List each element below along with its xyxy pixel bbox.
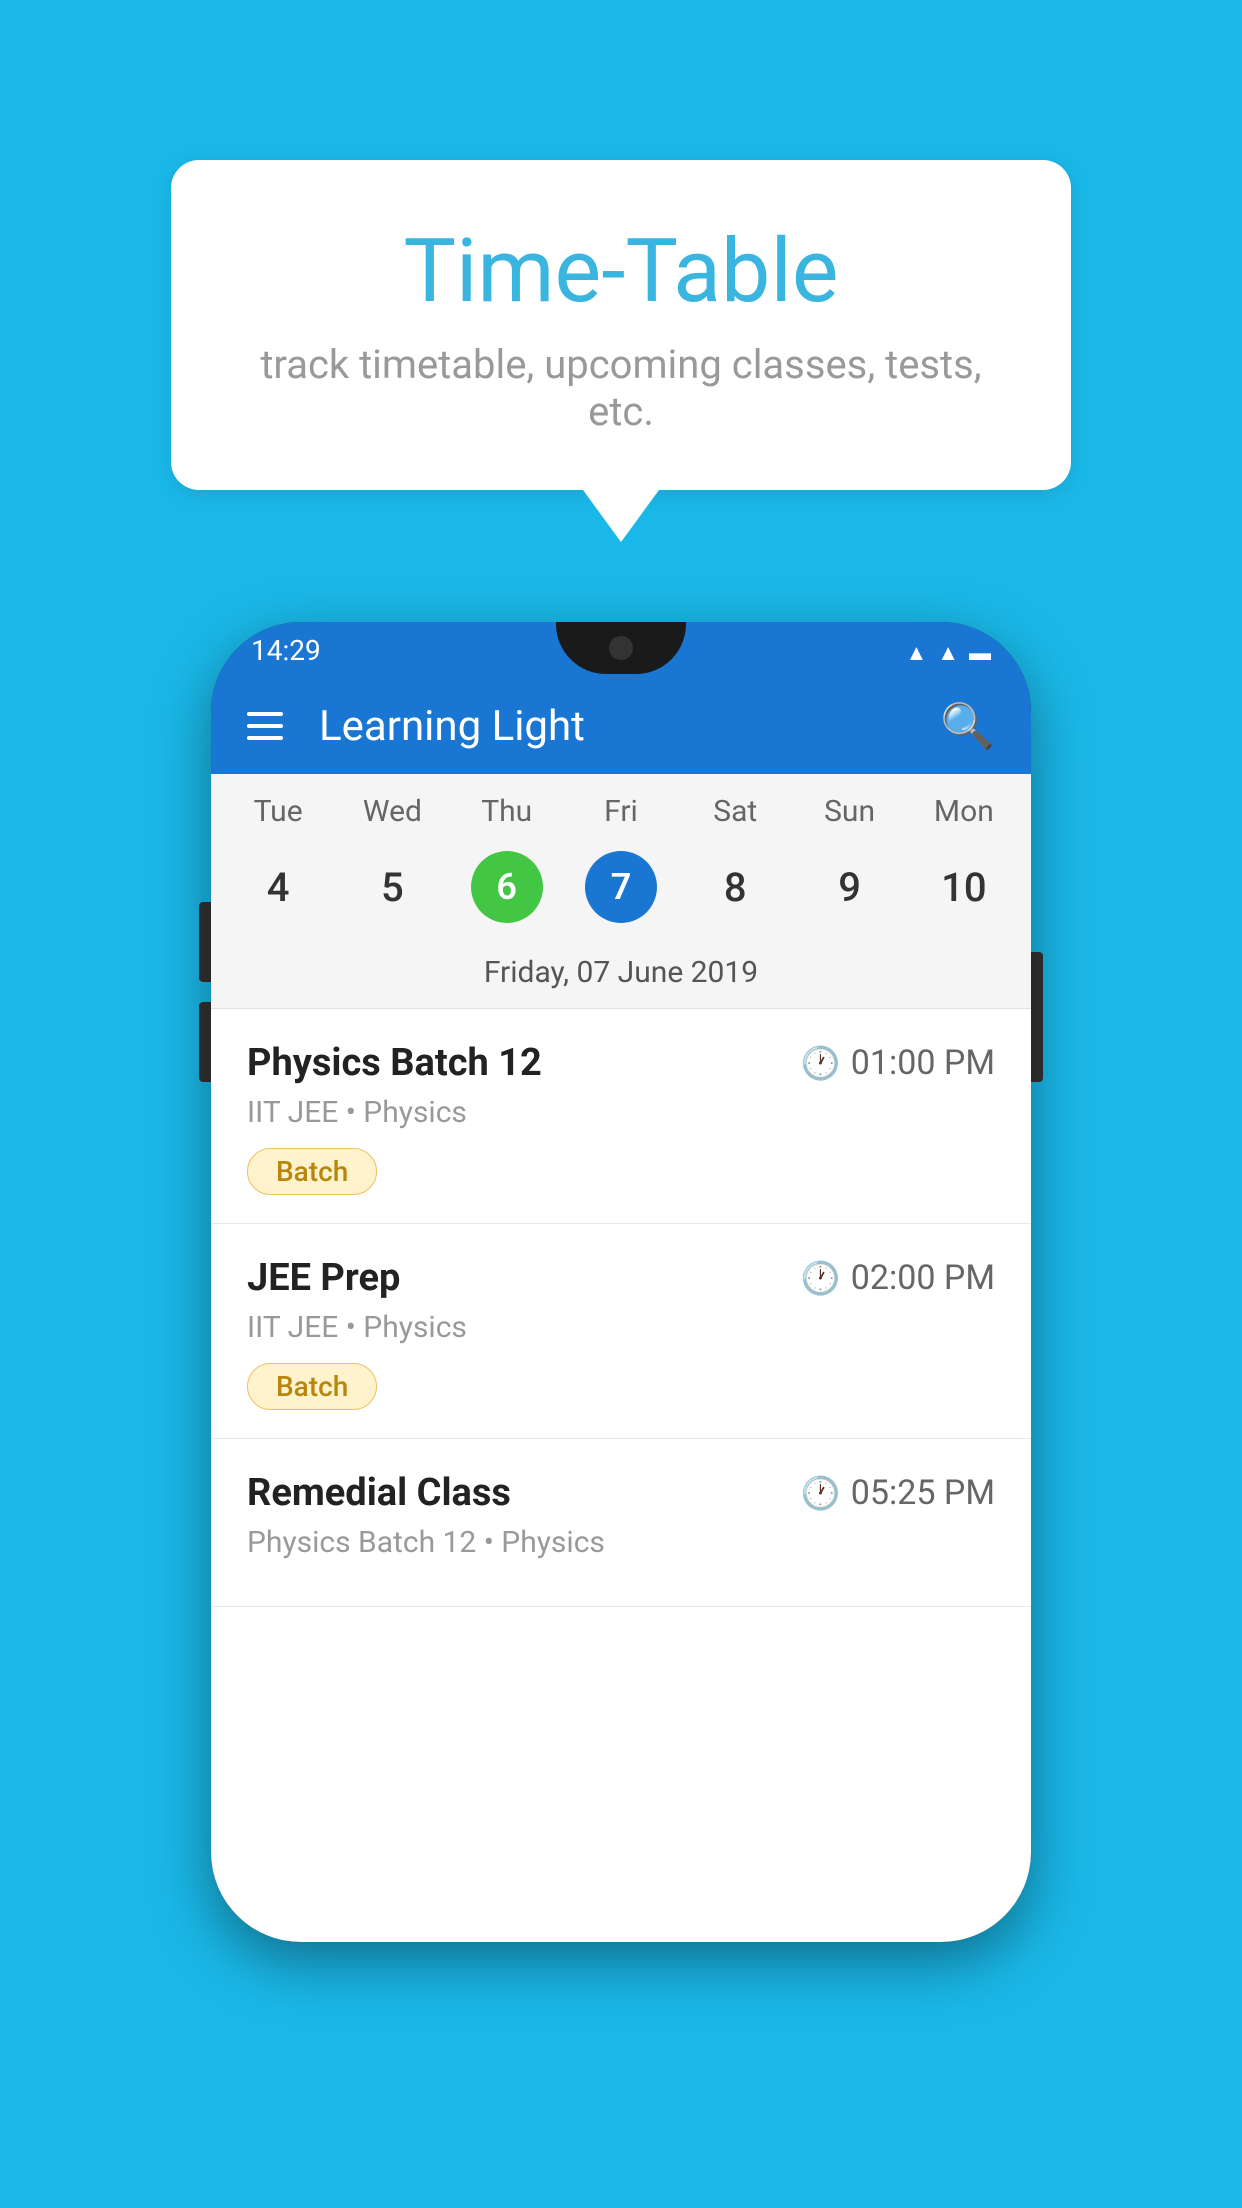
- class-time-label-3: 05:25 PM: [851, 1473, 995, 1513]
- day-mon: Mon: [907, 794, 1021, 829]
- selected-date-label: Friday, 07 June 2019: [211, 949, 1031, 1009]
- batch-badge-2: Batch: [247, 1363, 377, 1410]
- date-row: 4 5 6 7 8 9 10: [211, 837, 1031, 949]
- day-sun: Sun: [792, 794, 906, 829]
- bubble-subtitle: track timetable, upcoming classes, tests…: [251, 341, 991, 435]
- class-name-3: Remedial Class: [247, 1471, 511, 1515]
- day-thu: Thu: [450, 794, 564, 829]
- battery-icon: [969, 634, 991, 667]
- class-item-physics-batch-12[interactable]: Physics Batch 12 🕐 01:00 PM IIT JEE • Ph…: [211, 1009, 1031, 1224]
- clock-icon-2: 🕐: [801, 1259, 841, 1297]
- status-time: 14:29: [251, 634, 321, 667]
- camera-dot: [609, 636, 633, 660]
- calendar-section: Tue Wed Thu Fri Sat Sun Mon 4 5 6 7: [211, 774, 1031, 1009]
- class-item-header-3: Remedial Class 🕐 05:25 PM: [247, 1471, 995, 1515]
- class-time-2: 🕐 02:00 PM: [801, 1258, 995, 1298]
- date-10[interactable]: 10: [907, 841, 1021, 933]
- day-fri: Fri: [564, 794, 678, 829]
- bubble-title: Time-Table: [251, 220, 991, 323]
- signal-icon: [937, 634, 959, 667]
- class-meta-2: IIT JEE • Physics: [247, 1310, 995, 1345]
- phone-frame: 14:29 Learning Light 🔍 Tue Wed Thu: [211, 622, 1031, 1942]
- volume-down-button: [199, 1002, 211, 1082]
- date-8[interactable]: 8: [678, 841, 792, 933]
- day-wed: Wed: [335, 794, 449, 829]
- clock-icon-1: 🕐: [801, 1044, 841, 1082]
- date-7[interactable]: 7: [564, 841, 678, 933]
- power-button: [1031, 952, 1043, 1082]
- app-bar: Learning Light 🔍: [211, 678, 1031, 774]
- speech-bubble-section: Time-Table track timetable, upcoming cla…: [171, 160, 1071, 542]
- class-item-jee-prep[interactable]: JEE Prep 🕐 02:00 PM IIT JEE • Physics Ba…: [211, 1224, 1031, 1439]
- phone-mockup: 14:29 Learning Light 🔍 Tue Wed Thu: [211, 622, 1031, 1942]
- phone-content: Tue Wed Thu Fri Sat Sun Mon 4 5 6 7: [211, 774, 1031, 1942]
- menu-icon[interactable]: [247, 712, 283, 740]
- class-item-remedial[interactable]: Remedial Class 🕐 05:25 PM Physics Batch …: [211, 1439, 1031, 1607]
- date-4[interactable]: 4: [221, 841, 335, 933]
- class-time-label-2: 02:00 PM: [851, 1258, 995, 1298]
- day-sat: Sat: [678, 794, 792, 829]
- class-name-2: JEE Prep: [247, 1256, 400, 1300]
- class-list: Physics Batch 12 🕐 01:00 PM IIT JEE • Ph…: [211, 1009, 1031, 1607]
- wifi-icon: [905, 634, 927, 667]
- volume-up-button: [199, 902, 211, 982]
- date-selected-circle[interactable]: 7: [585, 851, 657, 923]
- class-item-header-2: JEE Prep 🕐 02:00 PM: [247, 1256, 995, 1300]
- class-meta-3: Physics Batch 12 • Physics: [247, 1525, 995, 1560]
- class-name-1: Physics Batch 12: [247, 1041, 542, 1085]
- class-time-1: 🕐 01:00 PM: [801, 1043, 995, 1083]
- speech-bubble-card: Time-Table track timetable, upcoming cla…: [171, 160, 1071, 490]
- batch-badge-1: Batch: [247, 1148, 377, 1195]
- date-6[interactable]: 6: [450, 841, 564, 933]
- class-meta-1: IIT JEE • Physics: [247, 1095, 995, 1130]
- status-icons: [905, 634, 991, 667]
- date-9[interactable]: 9: [792, 841, 906, 933]
- clock-icon-3: 🕐: [801, 1474, 841, 1512]
- date-today-circle[interactable]: 6: [471, 851, 543, 923]
- app-title: Learning Light: [319, 702, 940, 751]
- speech-bubble-tail: [583, 490, 659, 542]
- class-time-3: 🕐 05:25 PM: [801, 1473, 995, 1513]
- search-icon[interactable]: 🔍: [940, 700, 995, 752]
- class-item-header-1: Physics Batch 12 🕐 01:00 PM: [247, 1041, 995, 1085]
- class-time-label-1: 01:00 PM: [851, 1043, 995, 1083]
- day-tue: Tue: [221, 794, 335, 829]
- date-5[interactable]: 5: [335, 841, 449, 933]
- day-headers: Tue Wed Thu Fri Sat Sun Mon: [211, 774, 1031, 837]
